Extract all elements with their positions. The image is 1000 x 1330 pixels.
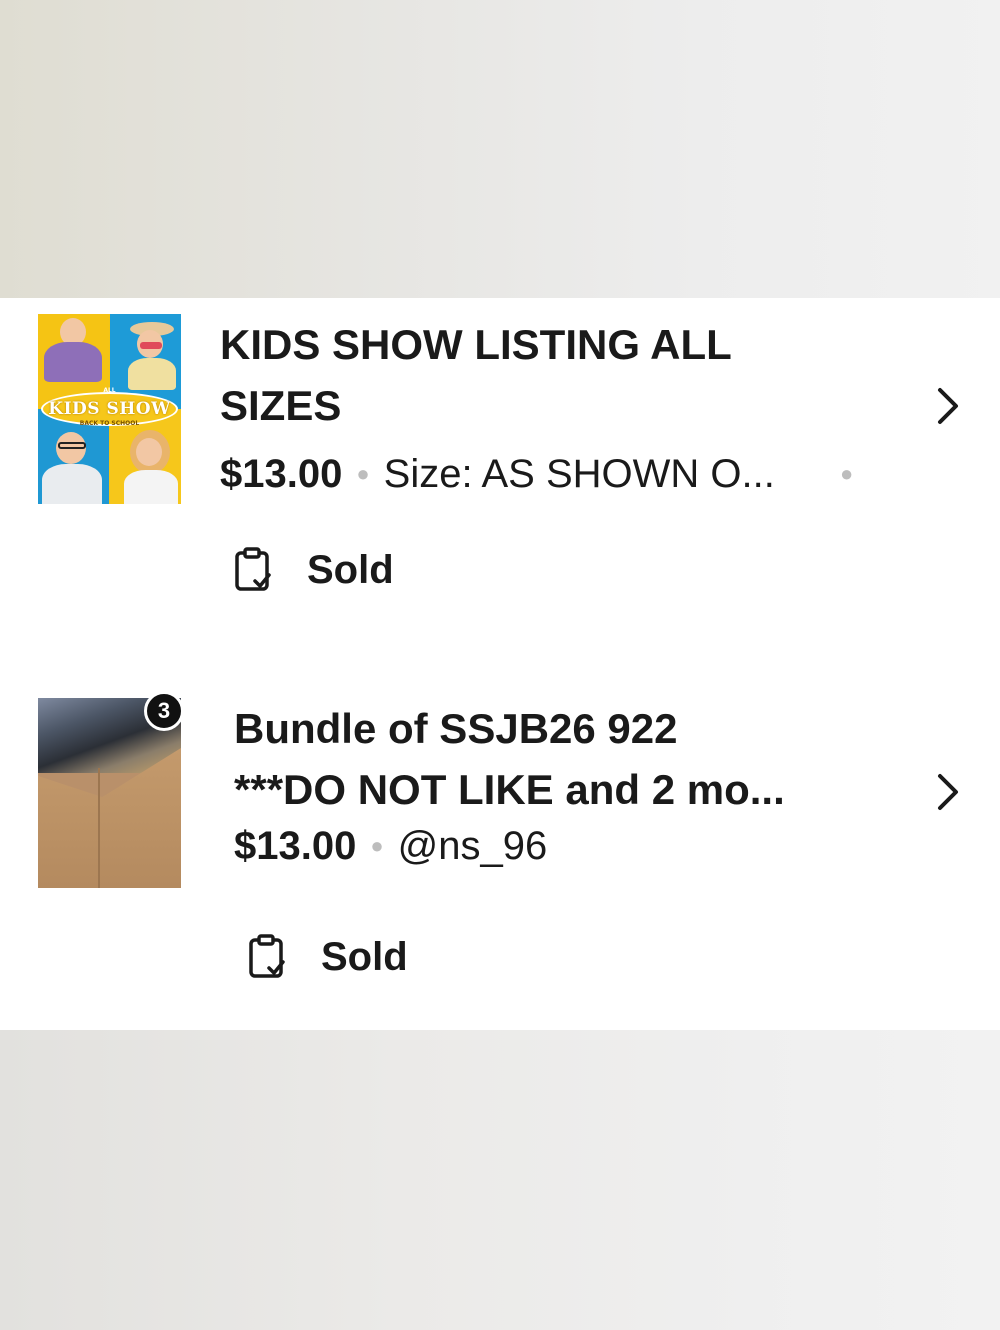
backdrop-top [0, 0, 1000, 298]
listing-title[interactable]: KIDS SHOW LISTING ALL SIZES [220, 314, 732, 436]
listing-title-line: Bundle of SSJB26 922 [234, 705, 678, 752]
kid-figure [128, 358, 176, 390]
kid-figure [140, 342, 162, 349]
kid-figure [42, 464, 102, 504]
kid-figure [124, 470, 178, 504]
thumbnail-label: BACK TO SCHOOL [79, 420, 140, 427]
seller-username[interactable]: @ns_96 [398, 821, 548, 871]
listing-price: $13.00 [220, 452, 343, 496]
separator-dot: ● [840, 461, 854, 486]
listing-title-line: ***DO NOT LIKE and 2 mo... [234, 766, 785, 813]
clipboard-check-icon [235, 547, 271, 591]
kid-figure [44, 342, 102, 382]
clipboard-check-icon [249, 934, 285, 978]
chevron-right-icon[interactable] [930, 772, 964, 812]
listing-meta: $13.00 ● @ns_96 [234, 821, 547, 871]
status-label: Sold [307, 547, 394, 592]
status-label: Sold [321, 934, 408, 979]
listing-title-line: SIZES [220, 382, 342, 429]
listing-status: Sold [233, 547, 394, 593]
listing-card: ALL KIDS SHOW BACK TO SCHOOL KIDS SHOW L… [0, 298, 1000, 1030]
listing-size: Size: AS SHOWN O... [383, 452, 775, 496]
listing-title[interactable]: Bundle of SSJB26 922 ***DO NOT LIKE and … [234, 698, 785, 820]
bundle-count-badge: 3 [144, 691, 184, 731]
listing-status: Sold [247, 934, 408, 980]
chevron-right-icon[interactable] [930, 386, 964, 426]
separator-dot: ● [370, 833, 384, 858]
kid-figure [136, 438, 162, 466]
listing-item[interactable]: ALL KIDS SHOW BACK TO SCHOOL KIDS SHOW L… [0, 314, 1000, 634]
thumbnail-label: KIDS SHOW [48, 399, 171, 419]
thumbnail-box-edge [98, 768, 100, 888]
listing-meta: $13.00 ● Size: AS SHOWN O... ● [220, 449, 860, 499]
listing-thumbnail: ALL KIDS SHOW BACK TO SCHOOL [38, 314, 181, 504]
separator-dot: ● [356, 461, 370, 486]
backdrop-bottom [0, 1030, 1000, 1330]
listing-price: $13.00 [234, 824, 357, 868]
listing-title-line: KIDS SHOW LISTING ALL [220, 321, 732, 368]
kid-figure [58, 442, 86, 449]
listing-item[interactable]: 3 Bundle of SSJB26 922 ***DO NOT LIKE an… [0, 691, 1000, 1018]
